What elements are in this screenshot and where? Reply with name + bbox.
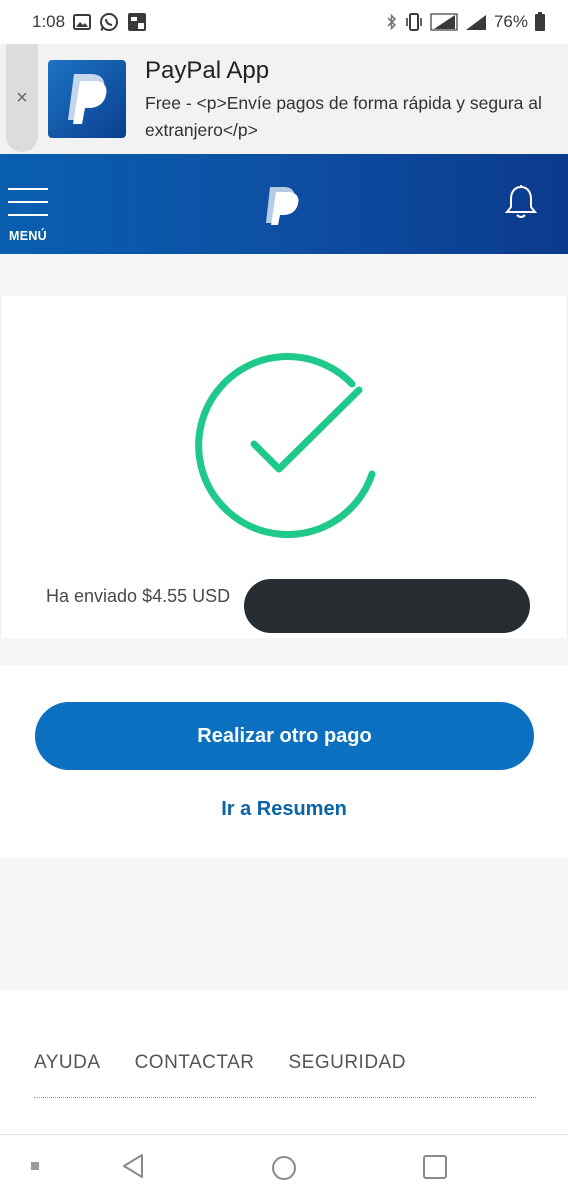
paypal-app-icon[interactable] <box>48 60 126 138</box>
hamburger-icon-bar <box>8 214 48 216</box>
spacer <box>0 254 568 296</box>
nav-indicator-icon <box>31 1162 39 1170</box>
banner-app-name: PayPal App <box>145 57 270 84</box>
notifications-bell-icon[interactable] <box>504 184 538 225</box>
signal-4g-icon <box>430 12 458 32</box>
footer-link-security[interactable]: SEGURIDAD <box>288 1052 405 1074</box>
menu-label: MENÚ <box>9 229 48 243</box>
success-check-icon <box>191 348 381 539</box>
footer-divider <box>34 1097 536 1098</box>
spacer <box>0 638 568 666</box>
spacer <box>0 858 568 990</box>
hamburger-icon-bar <box>8 201 48 203</box>
status-time: 1:08 <box>32 12 66 31</box>
hamburger-icon <box>8 188 48 190</box>
banner-close-button[interactable]: × <box>6 44 38 152</box>
sent-amount-text: Ha enviado $4.55 USD <box>46 586 231 606</box>
image-icon <box>73 14 92 30</box>
footer: AYUDA CONTACTAR SEGURIDAD <box>0 990 568 1134</box>
battery-icon <box>534 12 546 32</box>
make-another-payment-button[interactable]: Realizar otro pago <box>35 702 534 770</box>
vibrate-icon <box>404 13 424 31</box>
paypal-logo-icon[interactable] <box>264 186 302 231</box>
recent-apps-icon[interactable] <box>422 1154 448 1185</box>
footer-link-contact[interactable]: CONTACTAR <box>135 1052 255 1074</box>
top-header: MENÚ <box>0 154 568 254</box>
footer-links: AYUDA CONTACTAR SEGURIDAD <box>34 1052 406 1074</box>
status-bar: 1:08 76% <box>0 0 568 44</box>
home-icon[interactable] <box>270 1154 298 1187</box>
actions-section: Realizar otro pago Ir a Resumen <box>0 666 568 858</box>
close-icon: × <box>16 86 28 109</box>
back-icon[interactable] <box>120 1152 146 1185</box>
banner-app-description: Free - <p>Envíe pagos de forma rápida y … <box>145 93 542 140</box>
bluetooth-icon <box>386 13 398 31</box>
paypal-logo-icon <box>68 74 107 124</box>
payment-confirmation-card: Ha enviado $4.55 USD <box>0 296 568 638</box>
redacted-recipient <box>244 579 530 633</box>
system-navigation-bar <box>0 1134 568 1200</box>
whatsapp-icon <box>99 12 119 32</box>
go-to-summary-link[interactable]: Ir a Resumen <box>0 798 568 821</box>
footer-link-help[interactable]: AYUDA <box>34 1052 101 1074</box>
signal-4g-icon <box>464 12 488 32</box>
sim-notification-icon <box>127 12 147 32</box>
app-install-banner[interactable]: × PayPal App Free - <p>Envíe pagos de fo… <box>0 44 568 154</box>
battery-percent: 76% <box>493 12 528 31</box>
